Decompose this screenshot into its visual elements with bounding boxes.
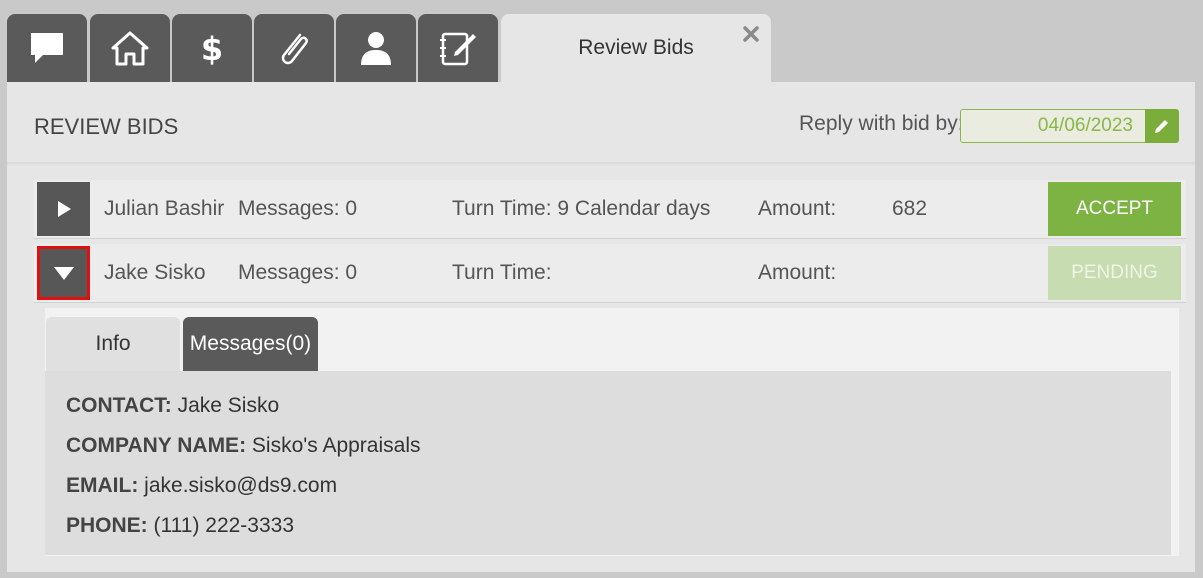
bid-turn-time: Turn Time: xyxy=(452,261,552,284)
tab-bar: $ Review Bids xyxy=(0,0,1203,84)
contact-value: Jake Sisko xyxy=(177,394,280,417)
company-line: COMPANY NAME: Sisko's Appraisals xyxy=(66,434,421,458)
contact-line: CONTACT: Jake Sisko xyxy=(66,394,279,418)
expand-toggle-button[interactable] xyxy=(37,182,90,236)
reply-by-label: Reply with bid by: xyxy=(799,112,964,135)
company-label: COMPANY NAME: xyxy=(66,434,247,457)
tab-messages[interactable]: Messages(0) xyxy=(183,317,318,371)
triangle-down-icon xyxy=(53,267,74,280)
review-bids-panel: REVIEW BIDS Reply with bid by: 04/06/202… xyxy=(7,82,1195,572)
pencil-icon xyxy=(1155,120,1168,133)
close-icon[interactable] xyxy=(741,24,761,44)
tab-home[interactable] xyxy=(90,14,170,82)
email-value: jake.sisko@ds9.com xyxy=(144,474,338,497)
notepad-icon xyxy=(440,32,476,66)
page-title: REVIEW BIDS xyxy=(34,114,179,139)
bid-row: Julian Bashir Messages: 0 Turn Time: 9 C… xyxy=(34,180,1186,239)
bid-detail-panel: Info Messages(0) CONTACT: Jake Sisko COM… xyxy=(45,308,1179,556)
tab-info[interactable]: Info xyxy=(46,317,180,371)
paperclip-icon xyxy=(281,33,308,65)
tab-review-bids-label: Review Bids xyxy=(578,36,694,59)
chat-icon xyxy=(31,33,63,63)
email-label: EMAIL: xyxy=(66,474,139,497)
bidder-name: Julian Bashir xyxy=(104,197,225,220)
person-icon xyxy=(361,32,391,65)
bid-messages: Messages: 0 xyxy=(238,261,358,284)
contact-label: CONTACT: xyxy=(66,394,172,417)
bid-amount: 682 xyxy=(892,197,928,220)
pending-button[interactable]: PENDING xyxy=(1048,246,1181,300)
tab-attachments[interactable] xyxy=(254,14,334,82)
collapse-toggle-button[interactable] xyxy=(37,246,90,300)
phone-value: (111) 222-3333 xyxy=(153,514,295,537)
bid-turn-time: Turn Time: 9 Calendar days xyxy=(452,197,711,220)
home-icon xyxy=(111,31,149,66)
bid-amount-label: Amount: xyxy=(758,261,837,284)
reply-date-field[interactable]: 04/06/2023 xyxy=(960,109,1146,143)
accept-button[interactable]: ACCEPT xyxy=(1048,182,1181,236)
edit-date-button[interactable] xyxy=(1145,109,1179,143)
email-line: EMAIL: jake.sisko@ds9.com xyxy=(66,474,337,498)
company-value: Sisko's Appraisals xyxy=(251,434,421,457)
phone-line: PHONE: (111) 222-3333 xyxy=(66,514,294,538)
bid-messages: Messages: 0 xyxy=(238,197,358,220)
tab-review-bids[interactable]: Review Bids xyxy=(501,14,771,84)
tab-chat[interactable] xyxy=(7,14,87,82)
bidder-name: Jake Sisko xyxy=(104,261,206,284)
bid-amount-label: Amount: xyxy=(758,197,837,220)
divider xyxy=(7,162,1195,166)
bid-row: Jake Sisko Messages: 0 Turn Time: Amount… xyxy=(34,244,1186,303)
svg-text:$: $ xyxy=(201,30,223,67)
phone-label: PHONE: xyxy=(66,514,148,537)
play-right-icon xyxy=(57,201,71,217)
tab-contact[interactable] xyxy=(336,14,416,82)
tab-financial[interactable]: $ xyxy=(172,14,252,82)
dollar-icon: $ xyxy=(201,30,223,67)
info-content: CONTACT: Jake Sisko COMPANY NAME: Sisko'… xyxy=(45,371,1171,555)
tab-notes[interactable] xyxy=(418,14,498,82)
